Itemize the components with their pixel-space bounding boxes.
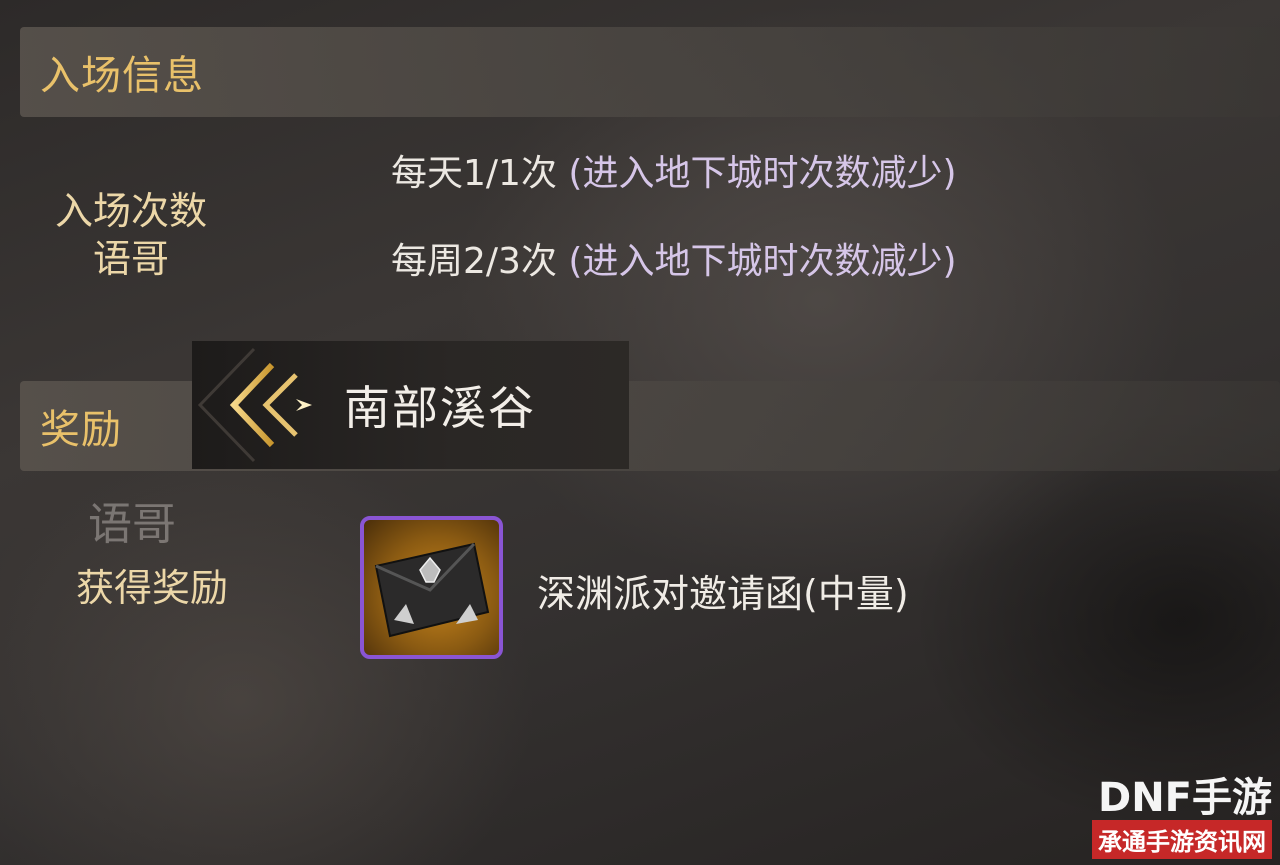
watermark-text: 语哥: [88, 499, 176, 550]
reward-title: 奖励: [40, 407, 122, 453]
weekly-entry-row: 每周2/3次 (进入地下城时次数减少): [391, 232, 957, 284]
entry-count-label-line1: 入场次数: [54, 189, 207, 233]
reward-label: 获得奖励: [76, 566, 229, 610]
entry-info-header: 入场信息: [20, 27, 1280, 117]
weekly-entry-note: (进入地下城时次数减少): [568, 241, 957, 282]
dungeon-name: 南部溪谷: [344, 381, 536, 435]
entry-count-label-line2: 语哥: [92, 237, 169, 281]
daily-entry-row: 每天1/1次 (进入地下城时次数减少): [391, 144, 957, 196]
reward-item-name: 深渊派对邀请函(中量): [537, 572, 909, 616]
weekly-entry-count: 每周2/3次: [391, 241, 557, 282]
entry-info-title: 入场信息: [40, 53, 204, 99]
invitation-letter-icon[interactable]: [360, 516, 503, 659]
logo-top-text: DNF手游: [1097, 775, 1272, 821]
logo-bottom-text: 承通手游资讯网: [1092, 820, 1272, 859]
dungeon-banner[interactable]: 南部溪谷: [192, 341, 629, 469]
site-logo: DNF手游 承通手游资讯网: [1072, 776, 1272, 859]
daily-entry-note: (进入地下城时次数减少): [568, 153, 957, 194]
entry-count-label: 入场次数 语哥: [46, 187, 216, 283]
daily-entry-count: 每天1/1次: [391, 153, 557, 194]
